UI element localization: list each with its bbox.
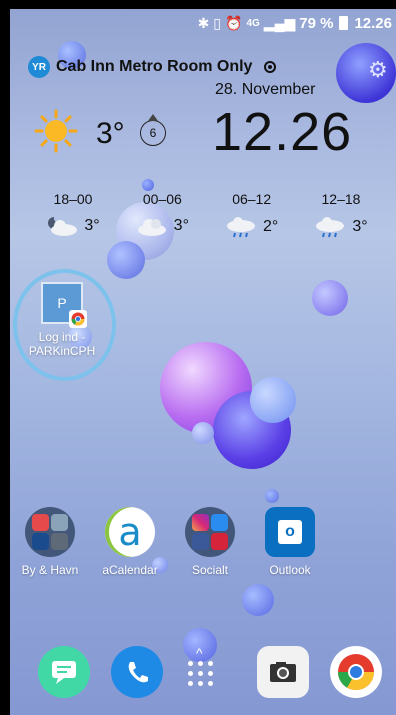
parkincph-label-line1: Log ind - xyxy=(38,330,86,344)
folder-icon xyxy=(185,507,235,557)
forecast-slot: 12–18 3° xyxy=(298,191,384,239)
forecast-temp: 2° xyxy=(263,218,279,235)
forecast-time: 12–18 xyxy=(321,191,361,207)
parkincph-letter: P xyxy=(57,295,67,311)
outlook-app[interactable]: o Outlook xyxy=(254,507,326,577)
weather-location: Cab Inn Metro Room Only xyxy=(56,58,253,75)
forecast-time: 18–00 xyxy=(53,191,93,207)
forecast-slot: 06–12 2° xyxy=(209,191,295,239)
chrome-badge-icon xyxy=(69,310,87,328)
forecast-time: 06–12 xyxy=(232,191,272,207)
forecast-slot: 18–00 3° xyxy=(30,191,116,239)
status-bar: ✱ ▯ ⏰ 4G ▂▄▆ 79 % 12.26 xyxy=(10,9,396,37)
wind-speed: 6 xyxy=(149,126,157,140)
battery-percent: 79 % xyxy=(299,14,334,32)
acalendar-app[interactable]: a aCalendar xyxy=(94,507,166,577)
forecast-temp: 3° xyxy=(352,218,368,235)
parkincph-label: Log ind - PARKinCPH xyxy=(29,330,95,358)
current-temperature: 3° xyxy=(96,117,125,150)
outlook-glyph: o xyxy=(285,523,295,540)
wallpaper-bubble xyxy=(142,179,154,191)
dock: ^ xyxy=(10,641,396,701)
app-label: Socialt xyxy=(191,563,229,577)
alarm-icon: ⏰ xyxy=(225,14,243,31)
forecast-time: 00–06 xyxy=(142,191,182,207)
status-time: 12.26 xyxy=(354,14,392,32)
wallpaper-bubble xyxy=(107,241,145,279)
app-drawer-icon[interactable] xyxy=(188,661,214,687)
forecast-temp: 3° xyxy=(173,217,189,234)
wallpaper-bubble xyxy=(192,422,214,444)
folder-icon xyxy=(25,507,75,557)
widget-clock[interactable]: 12.26 xyxy=(212,101,352,163)
partly-cloudy-night-icon xyxy=(48,217,78,236)
rain-cloud-icon xyxy=(316,217,345,238)
wind-indicator: 6 xyxy=(140,114,166,146)
bluetooth-icon: ✱ xyxy=(197,14,210,31)
rain-cloud-icon xyxy=(227,217,255,238)
home-screen: ✱ ▯ ⏰ 4G ▂▄▆ 79 % 12.26 YR Cab Inn Metro… xyxy=(10,9,396,715)
forecast-slot: 00–06 3° xyxy=(119,191,205,239)
wallpaper-bubble xyxy=(265,489,279,503)
phone-icon[interactable] xyxy=(111,646,163,698)
settings-gear-icon[interactable]: ⚙ xyxy=(368,57,388,83)
signal-icon: ▂▄▆ xyxy=(263,14,296,31)
yr-logo-icon: YR xyxy=(28,56,50,78)
cloudy-icon xyxy=(137,219,166,236)
wallpaper-bubble xyxy=(250,377,296,423)
location-target-icon xyxy=(264,61,277,73)
vibrate-icon: ▯ xyxy=(213,14,222,31)
camera-icon[interactable] xyxy=(257,646,309,698)
wallpaper-bubble xyxy=(242,584,274,616)
parkincph-shortcut[interactable]: P Log ind - PARKinCPH xyxy=(20,282,104,358)
by-havn-folder[interactable]: By & Havn xyxy=(14,507,86,577)
outlook-icon: o xyxy=(265,507,315,557)
chevron-up-icon: ^ xyxy=(196,645,203,661)
parkincph-label-line2: PARKinCPH xyxy=(28,344,96,358)
acalendar-glyph: a xyxy=(118,510,142,554)
widget-date: 28. November xyxy=(215,81,316,98)
app-label: By & Havn xyxy=(21,563,79,577)
battery-icon xyxy=(339,16,349,30)
forecast-row[interactable]: 18–00 3° 00–06 3° 06–12 2° 12–18 3° xyxy=(30,191,396,239)
sunny-icon xyxy=(34,109,78,153)
weather-location-row[interactable]: YR Cab Inn Metro Room Only xyxy=(28,56,277,78)
forecast-temp: 3° xyxy=(84,217,100,234)
wallpaper-bubble xyxy=(312,280,348,316)
socialt-folder[interactable]: Socialt xyxy=(174,507,246,577)
parkincph-icon: P xyxy=(41,282,87,328)
messages-icon[interactable] xyxy=(38,646,90,698)
4g-icon: 4G xyxy=(246,17,260,29)
acalendar-icon: a xyxy=(105,507,155,557)
app-label: aCalendar xyxy=(102,563,158,577)
chrome-icon[interactable] xyxy=(330,646,382,698)
app-label: Outlook xyxy=(269,563,311,577)
